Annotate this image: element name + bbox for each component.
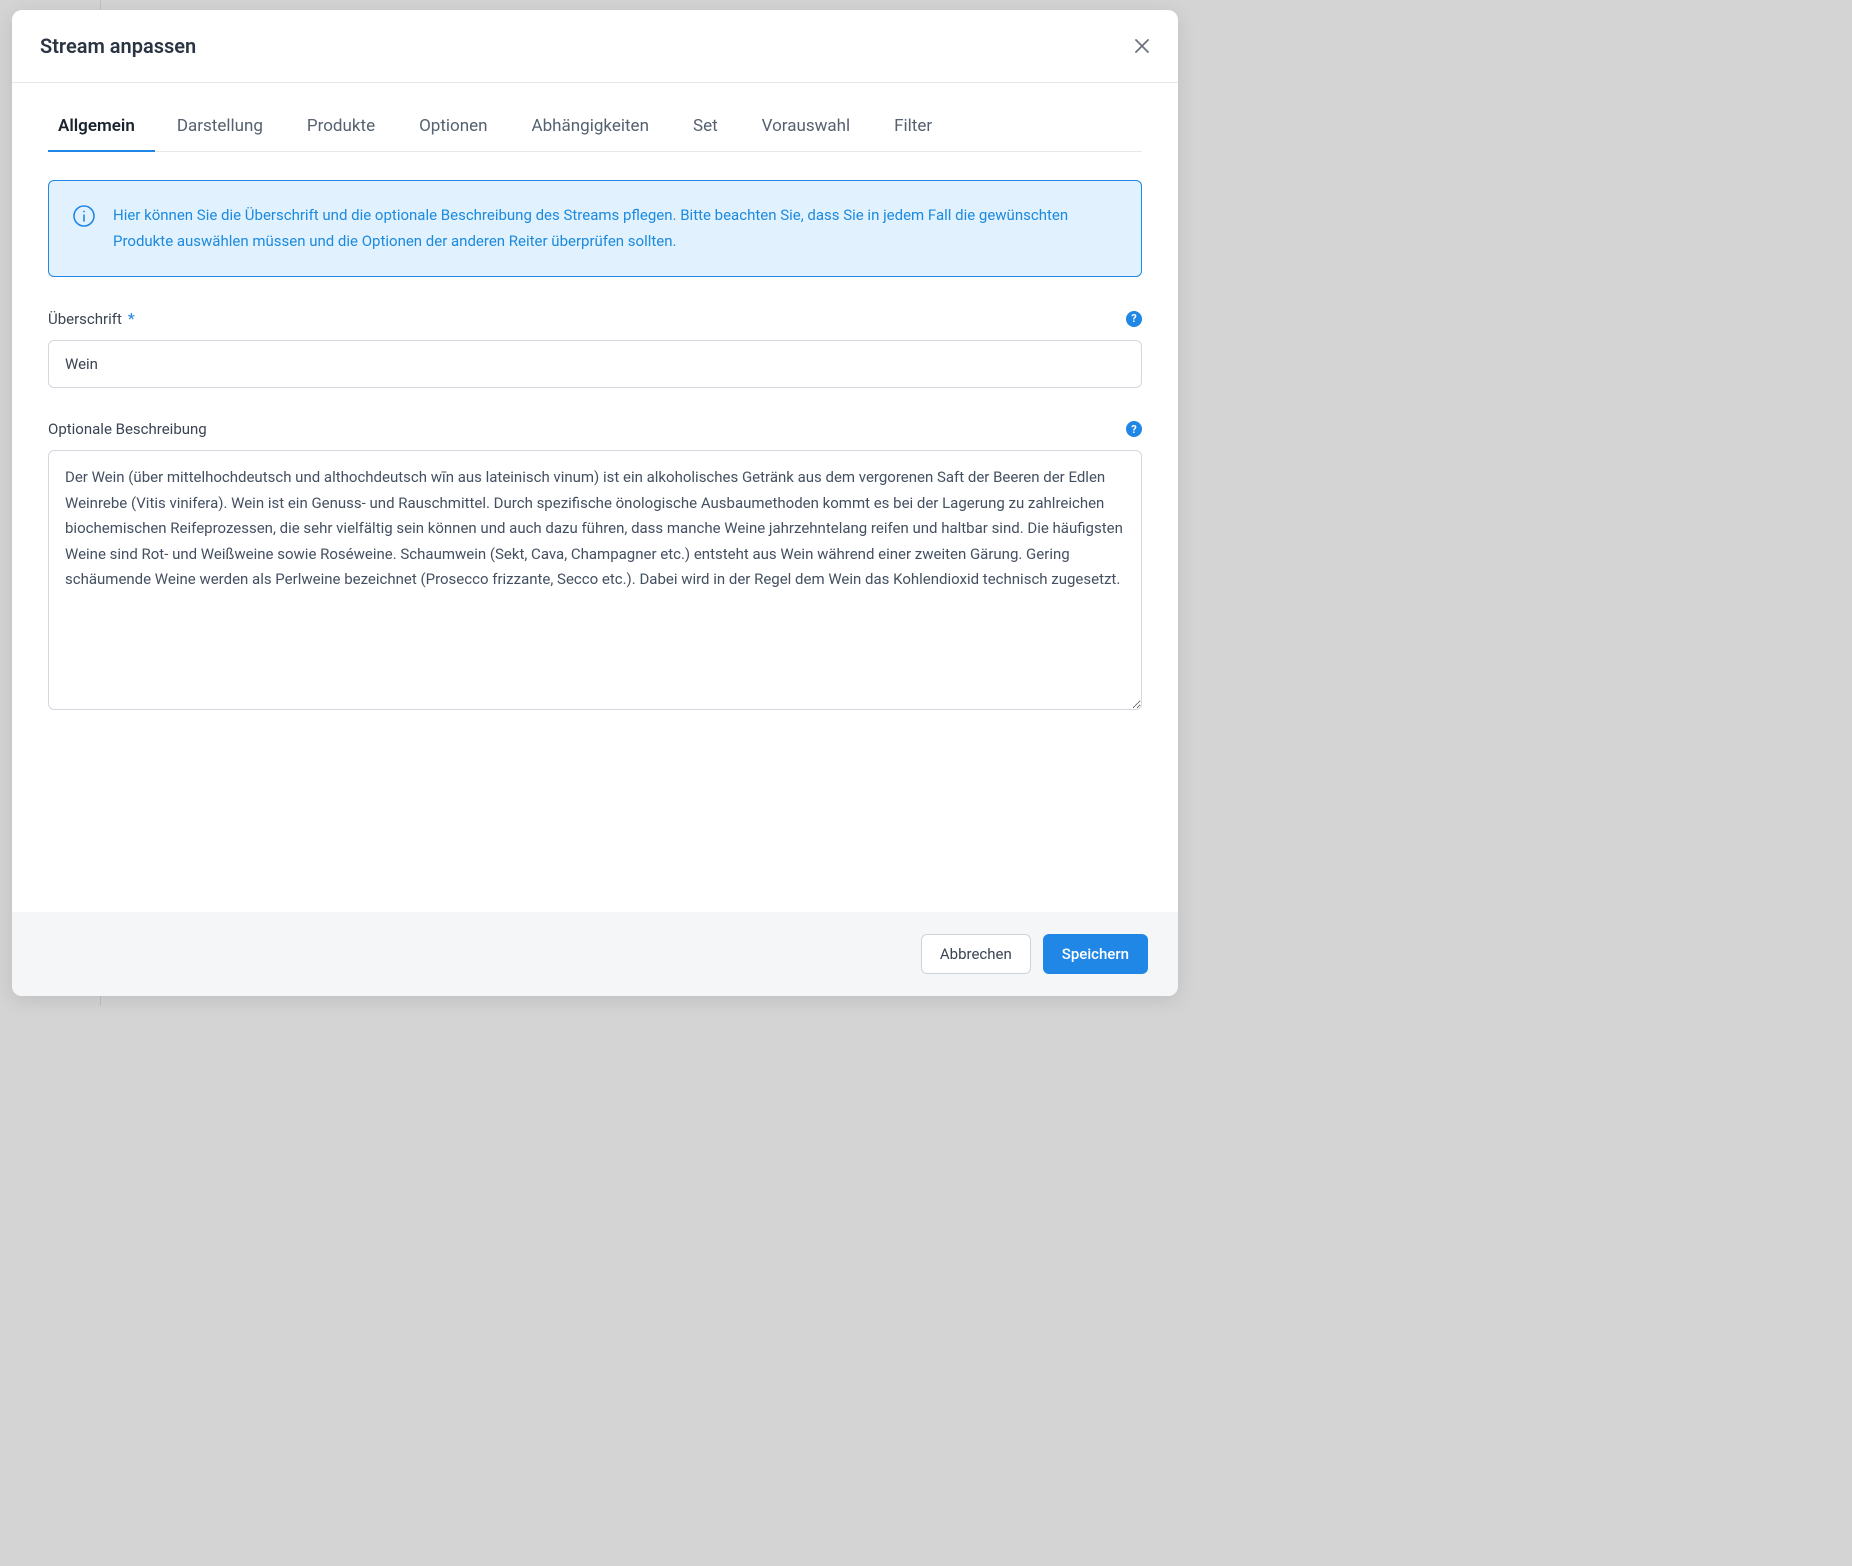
field-label-row: Optionale Beschreibung ?: [48, 420, 1142, 438]
tab-vorauswahl[interactable]: Vorauswahl: [740, 106, 872, 152]
field-heading: Überschrift * ?: [48, 309, 1142, 388]
modal-footer: Abbrechen Speichern: [12, 912, 1178, 996]
description-label: Optionale Beschreibung: [48, 420, 207, 438]
close-icon[interactable]: [1134, 38, 1150, 54]
save-button[interactable]: Speichern: [1043, 934, 1148, 974]
cancel-button[interactable]: Abbrechen: [921, 934, 1031, 974]
tab-filter[interactable]: Filter: [872, 106, 954, 152]
tab-optionen[interactable]: Optionen: [397, 106, 509, 152]
field-label-wrap: Überschrift *: [48, 309, 135, 328]
required-marker: *: [128, 309, 135, 328]
tab-darstellung[interactable]: Darstellung: [155, 106, 285, 152]
tab-produkte[interactable]: Produkte: [285, 106, 397, 152]
modal-body: Allgemein Darstellung Produkte Optionen …: [12, 83, 1178, 912]
modal-dialog: Stream anpassen Allgemein Darstellung Pr…: [12, 10, 1178, 996]
tab-abhaengigkeiten[interactable]: Abhängigkeiten: [510, 106, 671, 152]
field-label-row: Überschrift * ?: [48, 309, 1142, 328]
description-textarea[interactable]: [48, 450, 1142, 710]
help-icon[interactable]: ?: [1126, 421, 1142, 437]
heading-label: Überschrift: [48, 310, 122, 328]
help-icon[interactable]: ?: [1126, 311, 1142, 327]
heading-input[interactable]: [48, 340, 1142, 388]
info-text: Hier können Sie die Überschrift und die …: [113, 203, 1117, 254]
field-description: Optionale Beschreibung ?: [48, 420, 1142, 714]
tab-set[interactable]: Set: [671, 106, 740, 152]
modal-header: Stream anpassen: [12, 10, 1178, 83]
info-banner: Hier können Sie die Überschrift und die …: [48, 180, 1142, 277]
tab-allgemein[interactable]: Allgemein: [48, 106, 155, 152]
modal-title: Stream anpassen: [40, 34, 196, 58]
info-icon: [73, 205, 95, 227]
tabs: Allgemein Darstellung Produkte Optionen …: [48, 105, 1142, 152]
